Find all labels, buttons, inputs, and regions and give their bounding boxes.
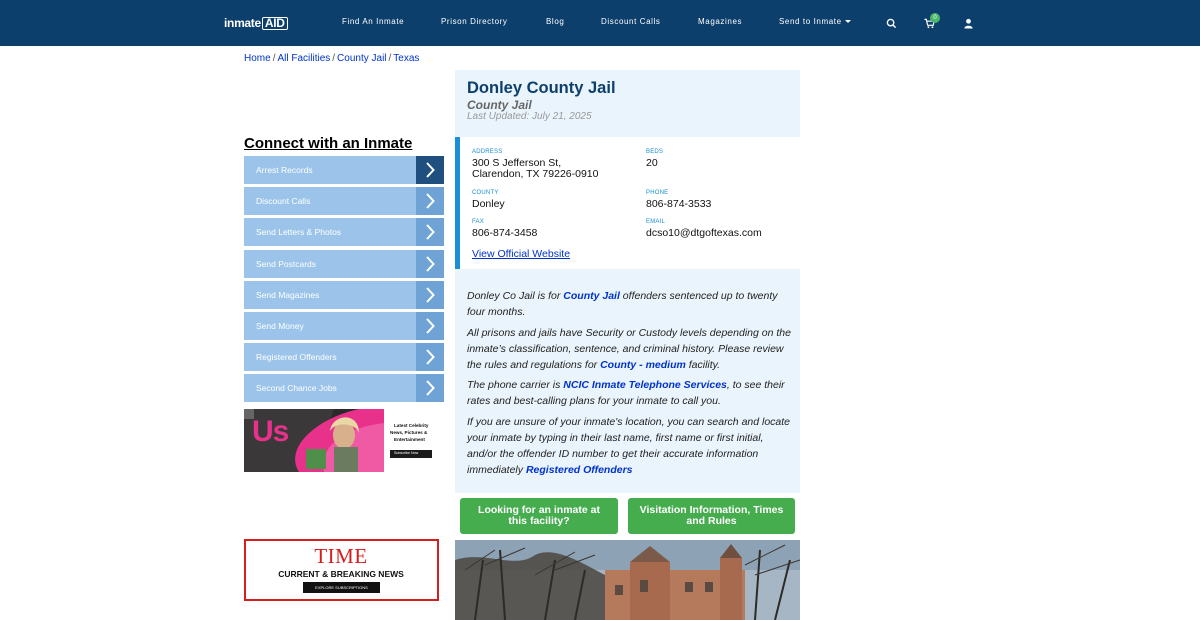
- beds-label: BEDS: [646, 149, 664, 155]
- time-magazine-ad[interactable]: TIME CURRENT & BREAKING NEWS EXPLORE SUB…: [244, 539, 439, 601]
- menu-item-second-chance-jobs[interactable]: Second Chance Jobs: [244, 374, 444, 403]
- user-icon[interactable]: [963, 16, 975, 29]
- breadcrumb-separator: /: [388, 53, 392, 64]
- facility-info-box: ADDRESS 300 S Jefferson St, Clarendon, T…: [455, 137, 800, 269]
- email-label: EMAIL: [646, 219, 666, 225]
- menu-item-label: Send Postcards: [256, 258, 317, 269]
- email-value: dcso10@dtgoftexas.com: [646, 227, 762, 239]
- time-explore-cta: EXPLORE SUBSCRIPTIONS: [303, 582, 380, 593]
- visitation-info-button[interactable]: Visitation Information, Times and Rules: [628, 498, 795, 534]
- menu-item-send-postcards[interactable]: Send Postcards: [244, 249, 444, 278]
- description-paragraph: Donley Co Jail is for County Jail offend…: [467, 288, 792, 320]
- menu-item-arrest-records[interactable]: Arrest Records: [244, 156, 444, 184]
- us-tagline-1: Latest Celebrity: [394, 423, 429, 428]
- chevron-right-icon: [416, 218, 444, 247]
- menu-item-label: Registered Offenders: [256, 352, 337, 363]
- breadcrumb-county-jail[interactable]: County Jail: [337, 53, 386, 64]
- breadcrumb-all-facilities[interactable]: All Facilities: [277, 53, 330, 64]
- description-paragraph: The phone carrier is NCIC Inmate Telepho…: [467, 377, 792, 409]
- us-tagline-3: Entertainment: [394, 437, 425, 442]
- us-subscribe-cta: Subscribe Now: [394, 451, 419, 455]
- chevron-right-icon: [416, 374, 444, 403]
- menu-item-label: Send Letters & Photos: [256, 227, 342, 238]
- chevron-right-icon: [416, 343, 444, 372]
- facility-type: County Jail: [467, 98, 532, 112]
- breadcrumb-separator: /: [272, 53, 276, 64]
- description-text: The phone carrier is: [467, 379, 564, 391]
- breadcrumb-separator: /: [332, 53, 336, 64]
- menu-item-label: Second Chance Jobs: [256, 383, 337, 394]
- ncic-phone-link[interactable]: NCIC Inmate Telephone Services: [563, 379, 727, 391]
- breadcrumb: Home / All Facilities / County Jail / Texas: [244, 53, 419, 64]
- logo-box-text: AID: [261, 16, 288, 30]
- caret-down-icon: [844, 20, 851, 24]
- facility-card: Donley County Jail County Jail Last Upda…: [455, 70, 800, 493]
- county-medium-link[interactable]: County - medium: [600, 359, 686, 371]
- description-paragraph: All prisons and jails have Security or C…: [467, 325, 792, 373]
- menu-item-label: Arrest Records: [256, 165, 313, 175]
- connect-menu: Arrest Records Discount Calls Send Lette…: [244, 156, 444, 406]
- nav-send-to-inmate-label: Send to Inmate: [779, 17, 842, 26]
- facility-name: Donley County Jail: [467, 79, 616, 97]
- chevron-right-icon: [416, 311, 444, 340]
- facility-description: Donley Co Jail is for County Jail offend…: [467, 288, 792, 482]
- fax-label: FAX: [472, 219, 484, 225]
- time-logo: TIME: [314, 544, 368, 568]
- registered-offenders-link[interactable]: Registered Offenders: [526, 464, 633, 476]
- phone-value: 806-874-3533: [646, 198, 712, 210]
- nav-discount-calls[interactable]: Discount Calls: [601, 17, 661, 26]
- looking-for-inmate-button[interactable]: Looking for an inmate at this facility?: [460, 498, 618, 534]
- nav-blog[interactable]: Blog: [546, 17, 564, 26]
- county-jail-link[interactable]: County Jail: [563, 290, 620, 302]
- address-label: ADDRESS: [472, 149, 503, 155]
- connect-with-inmate-heading: Connect with an Inmate: [244, 135, 413, 152]
- nav-send-to-inmate[interactable]: Send to Inmate: [779, 17, 851, 26]
- menu-item-send-letters-photos[interactable]: Send Letters & Photos: [244, 218, 444, 247]
- us-tagline-2: News, Pictures &: [390, 430, 428, 435]
- menu-item-discount-calls[interactable]: Discount Calls: [244, 187, 444, 216]
- nav-find-an-inmate[interactable]: Find An Inmate: [342, 17, 404, 26]
- chevron-right-icon: [416, 187, 444, 216]
- us-logo: Us: [252, 415, 289, 448]
- address-line-2: Clarendon, TX 79226-0910: [472, 168, 599, 180]
- menu-item-send-magazines[interactable]: Send Magazines: [244, 280, 444, 309]
- facility-last-updated: Last Updated: July 21, 2025: [467, 111, 592, 122]
- description-paragraph: If you are unsure of your inmate's locat…: [467, 414, 792, 478]
- county-value: Donley: [472, 198, 505, 210]
- breadcrumb-home[interactable]: Home: [244, 53, 271, 64]
- time-headline: CURRENT & BREAKING NEWS: [278, 569, 404, 579]
- phone-label: PHONE: [646, 190, 669, 196]
- us-weekly-ad[interactable]: Us Latest Celebrity News, Pictures & Ent…: [244, 409, 432, 472]
- beds-value: 20: [646, 157, 658, 169]
- nav-prison-directory[interactable]: Prison Directory: [441, 17, 508, 26]
- nav-magazines[interactable]: Magazines: [698, 17, 742, 26]
- facility-photo: [455, 540, 800, 620]
- county-label: COUNTY: [472, 190, 499, 196]
- cart-count-badge: 0: [930, 13, 940, 23]
- breadcrumb-texas[interactable]: Texas: [393, 53, 419, 64]
- chevron-right-icon: [416, 249, 444, 278]
- search-icon[interactable]: [886, 16, 898, 29]
- menu-item-send-money[interactable]: Send Money: [244, 311, 444, 340]
- top-navbar: inmate AID Find An Inmate Prison Director…: [0, 0, 1200, 46]
- chevron-right-icon: [416, 280, 444, 309]
- logo-text: inmate: [224, 16, 261, 30]
- description-text: facility.: [685, 358, 721, 371]
- menu-item-registered-offenders[interactable]: Registered Offenders: [244, 343, 444, 372]
- description-text: Donley Co Jail is for: [467, 290, 564, 302]
- menu-item-label: Send Magazines: [256, 289, 320, 300]
- fax-value: 806-874-3458: [472, 227, 538, 239]
- menu-item-label: Send Money: [256, 320, 304, 331]
- chevron-right-icon: [416, 156, 444, 184]
- official-website-link[interactable]: View Official Website: [472, 248, 570, 260]
- menu-item-label: Discount Calls: [256, 196, 311, 207]
- inmateaid-logo[interactable]: inmate AID: [224, 16, 288, 30]
